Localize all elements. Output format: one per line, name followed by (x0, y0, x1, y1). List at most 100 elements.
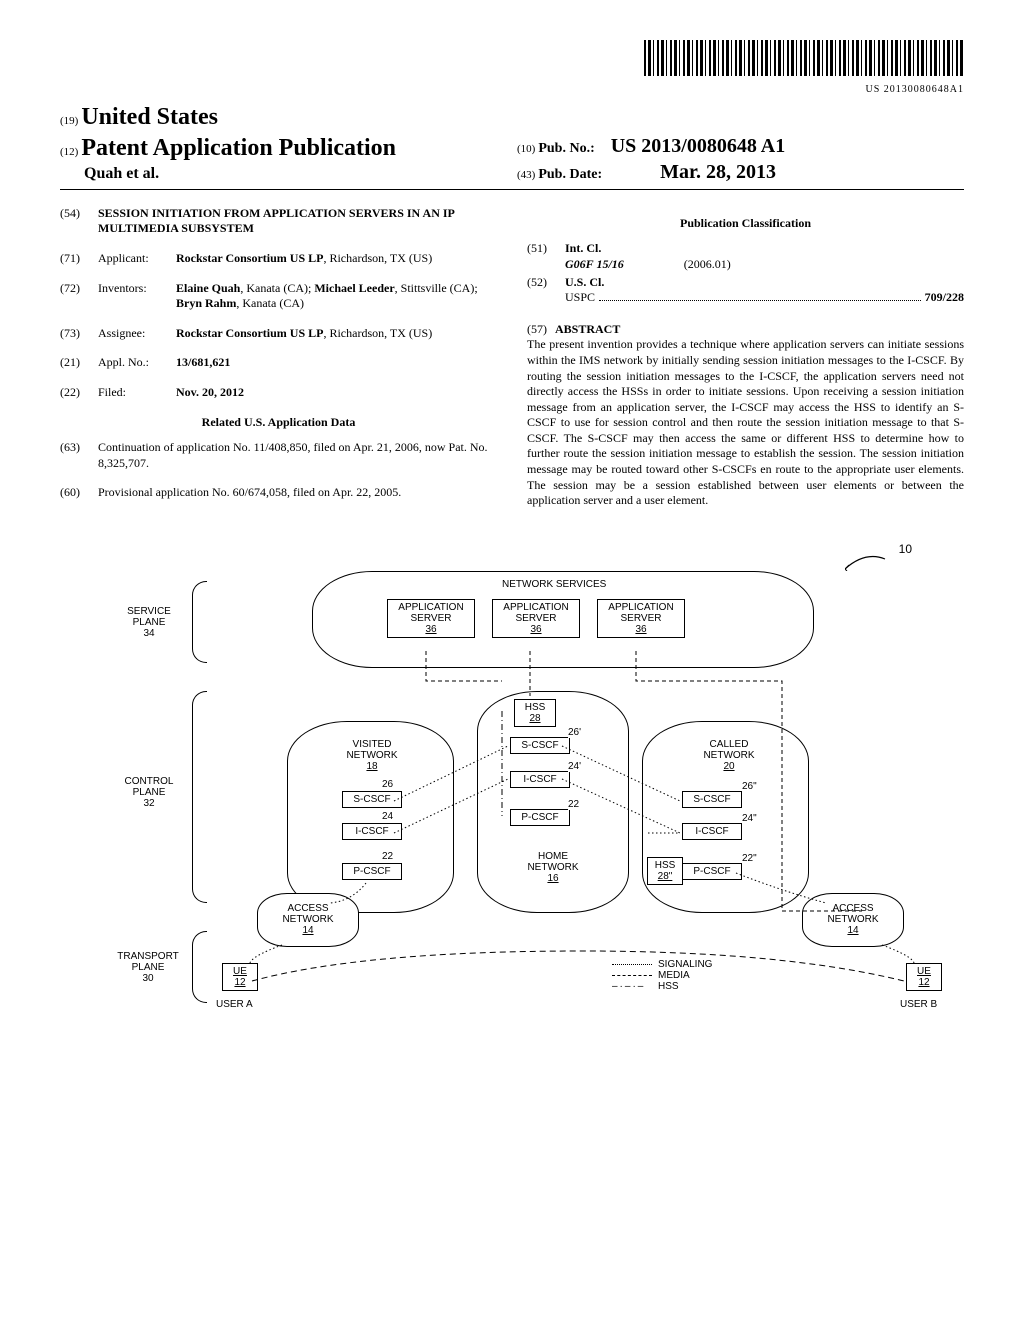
abstract-header: (57) ABSTRACT (527, 322, 964, 338)
legend-signaling-line (612, 964, 652, 965)
assignee-name: Rockstar Consortium US LP (176, 326, 323, 340)
label-user-b: USER B (900, 999, 937, 1010)
field-num: (73) (60, 326, 90, 342)
box-hss2: HSS28" (647, 857, 683, 885)
abstract-text: The present invention provides a techniq… (527, 337, 964, 509)
field-21: (21) Appl. No.: 13/681,621 (60, 355, 497, 371)
applicant-loc: , Richardson, TX (US) (323, 251, 432, 265)
field-22: (22) Filed: Nov. 20, 2012 (60, 385, 497, 401)
barcode (644, 40, 964, 76)
box-pcscf-home: P-CSCF (510, 809, 570, 826)
field-num: (71) (60, 251, 90, 267)
label-control-plane: CONTROL PLANE32 (114, 776, 184, 809)
box-icscf-visited: I-CSCF (342, 823, 402, 840)
box-pcscf-called: P-CSCF (682, 863, 742, 880)
applicant-value: Rockstar Consortium US LP, Richardson, T… (176, 251, 497, 267)
legend-media-line (612, 975, 652, 976)
inventor-name: Elaine Quah (176, 281, 240, 295)
header-num-43: (43) (517, 169, 535, 181)
box-ue-b: UE12 (906, 963, 942, 991)
us-cl-label: U.S. Cl. (565, 275, 964, 291)
field-71: (71) Applicant: Rockstar Consortium US L… (60, 251, 497, 267)
inventor-loc: , Kanata (CA) (236, 296, 304, 310)
ref-26p: 26' (568, 727, 581, 738)
field-label: Inventors: (98, 281, 168, 312)
ref-22pp: 22" (742, 853, 757, 864)
field-num: (22) (60, 385, 90, 401)
box-app-server-1: APPLICATION SERVER36 (387, 599, 475, 638)
box-hss: HSS28 (514, 699, 556, 727)
classification-heading: Publication Classification (527, 216, 964, 232)
barcode-text: US 20130080648A1 (60, 83, 964, 96)
abstract-heading: ABSTRACT (555, 322, 620, 338)
field-63: (63) Continuation of application No. 11/… (60, 440, 497, 471)
ref-24: 24 (382, 811, 393, 822)
field-num: (60) (60, 485, 90, 501)
header-rule (60, 189, 964, 190)
right-column: Publication Classification (51) Int. Cl.… (527, 206, 964, 515)
box-scscf-called: S-CSCF (682, 791, 742, 808)
related-heading: Related U.S. Application Data (60, 415, 497, 431)
box-scscf-home: S-CSCF (510, 737, 570, 754)
pub-date-label: Pub. Date: (538, 167, 602, 182)
body-columns: (54) SESSION INITIATION FROM APPLICATION… (60, 206, 964, 515)
field-label: Appl. No.: (98, 355, 168, 371)
filed-date: Nov. 20, 2012 (176, 385, 497, 401)
assignee-value: Rockstar Consortium US LP, Richardson, T… (176, 326, 497, 342)
page-header: (19) United States (12) Patent Applicati… (60, 102, 964, 185)
field-label: Applicant: (98, 251, 168, 267)
label-called-network: CALLED NETWORK20 (694, 739, 764, 772)
header-num-19: (19) (60, 115, 78, 127)
header-num-10: (10) (517, 143, 535, 155)
field-72: (72) Inventors: Elaine Quah, Kanata (CA)… (60, 281, 497, 312)
invention-title: SESSION INITIATION FROM APPLICATION SERV… (98, 206, 497, 237)
bracket-control-plane (192, 691, 207, 903)
int-cl-label: Int. Cl. (565, 241, 964, 257)
dot-leader (599, 292, 921, 301)
label-service-plane: SERVICE PLANE34 (114, 606, 184, 639)
field-num: (57) (527, 322, 547, 338)
legend-signaling-label: SIGNALING (658, 959, 712, 970)
field-num: (63) (60, 440, 90, 471)
field-num: (51) (527, 241, 557, 272)
header-num-12: (12) (60, 146, 78, 158)
field-num: (72) (60, 281, 90, 312)
label-network-services: NETWORK SERVICES (502, 579, 606, 590)
appl-no: 13/681,621 (176, 355, 497, 371)
ref-26pp: 26" (742, 781, 757, 792)
inventor-name: Michael Leeder (314, 281, 394, 295)
uspc-value: 709/228 (925, 290, 964, 306)
field-label: Assignee: (98, 326, 168, 342)
legend: SIGNALING MEDIA –·–·–HSS (612, 959, 712, 992)
field-73: (73) Assignee: Rockstar Consortium US LP… (60, 326, 497, 342)
field-52: (52) U.S. Cl. USPC 709/228 (527, 275, 964, 306)
box-scscf-visited: S-CSCF (342, 791, 402, 808)
ref-26: 26 (382, 779, 393, 790)
ref-10: 10 (845, 551, 912, 574)
field-51: (51) Int. Cl. G06F 15/16 (2006.01) (527, 241, 964, 272)
bracket-transport-plane (192, 931, 207, 1003)
label-home-network: HOME NETWORK16 (522, 851, 584, 884)
int-cl-code: G06F 15/16 (565, 257, 624, 271)
applicant-name: Rockstar Consortium US LP (176, 251, 323, 265)
ref-22: 22 (568, 799, 579, 810)
field-num: (52) (527, 275, 557, 306)
inventors-value: Elaine Quah, Kanata (CA); Michael Leeder… (176, 281, 497, 312)
label-transport-plane: TRANSPORT PLANE30 (108, 951, 188, 984)
ref-24p: 24' (568, 761, 581, 772)
pub-no-label: Pub. No.: (538, 141, 594, 156)
label-access-b: ACCESS NETWORK14 (822, 903, 884, 936)
barcode-region: US 20130080648A1 (60, 40, 964, 96)
publication-type: Patent Application Publication (81, 135, 396, 161)
ref-24pp: 24" (742, 813, 757, 824)
provisional-text: Provisional application No. 60/674,058, … (98, 485, 497, 501)
box-icscf-called: I-CSCF (682, 823, 742, 840)
field-num: (21) (60, 355, 90, 371)
bracket-service-plane (192, 581, 207, 663)
int-cl-year: (2006.01) (684, 257, 731, 271)
patent-figure: 10 SERVICE PLANE34 CONTROL PLANE32 TRANS… (82, 551, 942, 1031)
field-54: (54) SESSION INITIATION FROM APPLICATION… (60, 206, 497, 237)
label-user-a: USER A (216, 999, 253, 1010)
uspc-label: USPC (565, 290, 595, 306)
field-num: (54) (60, 206, 90, 237)
